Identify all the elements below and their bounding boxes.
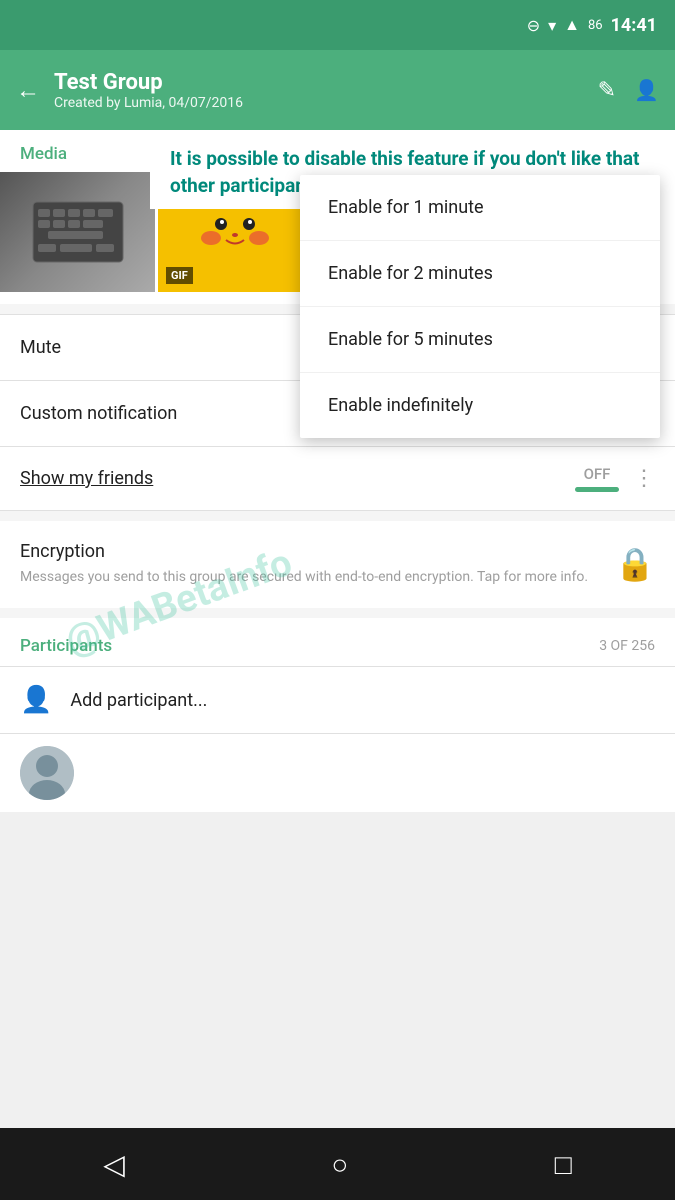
edit-icon[interactable]: ✎ xyxy=(598,78,616,103)
battery-icon: 86 xyxy=(588,18,603,33)
gray-separator-2 xyxy=(0,511,675,521)
status-bar: ⊖ ▾ ▲ 86 14:41 xyxy=(0,0,675,50)
gray-separator-3 xyxy=(0,608,675,618)
bottom-nav: ◁ ○ □ xyxy=(0,1128,675,1200)
signal-icon: ▲ xyxy=(564,15,580,35)
toggle-bar xyxy=(575,487,619,492)
group-subtitle: Created by Lumia, 04/07/2016 xyxy=(54,95,584,111)
participants-label: Participants xyxy=(20,636,112,656)
encryption-title: Encryption xyxy=(20,541,595,562)
show-my-friends-row[interactable]: Show my friends OFF ⋮ xyxy=(0,447,675,510)
add-participant-toolbar-icon[interactable]: 👤 xyxy=(634,78,659,102)
participant-row[interactable] xyxy=(0,734,675,812)
encryption-description: Messages you send to this group are secu… xyxy=(20,567,595,588)
toolbar: ← Test Group Created by Lumia, 04/07/201… xyxy=(0,50,675,130)
group-title: Test Group xyxy=(54,70,584,95)
add-participant-label: Add participant... xyxy=(70,690,207,711)
home-nav-icon[interactable]: ○ xyxy=(331,1148,348,1181)
show-my-friends-label: Show my friends xyxy=(20,468,153,489)
participants-header: Participants 3 OF 256 xyxy=(0,618,675,666)
encryption-text: Encryption Messages you send to this gro… xyxy=(20,541,615,588)
off-label: OFF xyxy=(584,465,611,483)
minus-icon: ⊖ xyxy=(527,16,540,35)
media-thumb-keyboard[interactable] xyxy=(0,172,155,292)
keyboard-svg xyxy=(28,197,128,267)
add-participant-row[interactable]: 👤 Add participant... xyxy=(0,667,675,733)
avatar-svg xyxy=(20,746,74,800)
dropdown-item-5min[interactable]: Enable for 5 minutes xyxy=(300,307,660,373)
lock-icon: 🔒 xyxy=(615,545,655,583)
toolbar-actions: ✎ 👤 xyxy=(598,78,659,103)
mute-label: Mute xyxy=(20,337,61,358)
dropdown-menu: Enable for 1 minute Enable for 2 minutes… xyxy=(300,175,660,438)
dropdown-item-2min[interactable]: Enable for 2 minutes xyxy=(300,241,660,307)
status-time: 14:41 xyxy=(611,15,657,36)
custom-notification-label: Custom notification xyxy=(20,403,177,424)
show-my-friends-controls: OFF ⋮ xyxy=(575,465,655,492)
dropdown-item-1min[interactable]: Enable for 1 minute xyxy=(300,175,660,241)
three-dots-icon[interactable]: ⋮ xyxy=(633,466,655,491)
back-nav-icon[interactable]: ◁ xyxy=(103,1148,125,1181)
gif-badge: GIF xyxy=(166,267,193,284)
status-icons: ⊖ ▾ ▲ 86 14:41 xyxy=(527,15,657,36)
participant-avatar xyxy=(20,746,74,800)
group-info[interactable]: Test Group Created by Lumia, 04/07/2016 xyxy=(54,70,584,111)
participants-count: 3 OF 256 xyxy=(599,638,655,654)
add-participant-icon: 👤 xyxy=(20,685,52,715)
dropdown-item-indefinitely[interactable]: Enable indefinitely xyxy=(300,373,660,438)
wifi-icon: ▾ xyxy=(548,16,556,35)
media-label: Media xyxy=(20,144,67,164)
toggle-area: OFF xyxy=(575,465,619,492)
recent-nav-icon[interactable]: □ xyxy=(555,1148,572,1181)
encryption-section[interactable]: Encryption Messages you send to this gro… xyxy=(0,521,675,608)
back-button[interactable]: ← xyxy=(16,76,40,105)
